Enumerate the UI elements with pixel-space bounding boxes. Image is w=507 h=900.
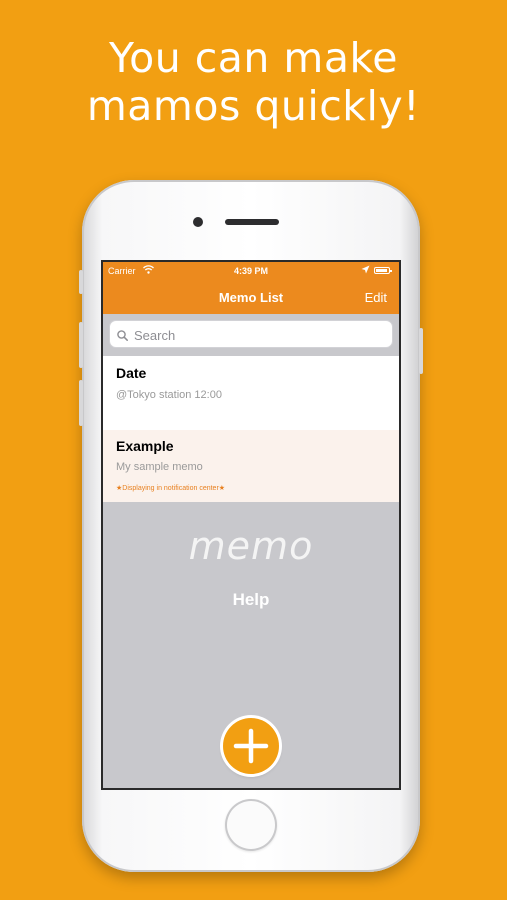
- earpiece-speaker: [225, 219, 279, 225]
- memo-list-item[interactable]: Example My sample memo ★Displaying in no…: [103, 430, 399, 502]
- battery-icon: [374, 267, 392, 274]
- navigation-bar: Memo List Edit: [103, 280, 399, 314]
- phone-power-button: [419, 328, 423, 374]
- phone-screen: Carrier 4:39 PM Memo List Edit Search Da…: [103, 262, 399, 788]
- status-bar: Carrier 4:39 PM: [103, 262, 399, 280]
- search-field[interactable]: [109, 320, 393, 348]
- home-button[interactable]: [225, 799, 277, 851]
- memo-logo: memo: [188, 524, 314, 568]
- status-time: 4:39 PM: [233, 266, 268, 276]
- nav-title: Memo List: [218, 290, 284, 305]
- location-arrow-icon: [361, 265, 370, 276]
- empty-area: memo Help: [103, 502, 399, 788]
- headline: You can make mamos quickly!: [0, 34, 507, 130]
- notification-center-notice: ★Displaying in notification center★: [116, 485, 226, 492]
- phone-volume-down-button: [79, 380, 83, 426]
- headline-line-1: You can make: [109, 34, 398, 82]
- memo-body: @Tokyo station 12:00: [116, 389, 222, 401]
- plus-icon: [233, 728, 269, 764]
- memo-title: Date: [116, 365, 147, 381]
- help-button[interactable]: Help: [103, 590, 399, 610]
- headline-line-2: mamos quickly!: [86, 82, 421, 130]
- phone-mute-switch: [79, 270, 83, 294]
- search-input[interactable]: [132, 325, 386, 345]
- phone-volume-up-button: [79, 322, 83, 368]
- add-memo-button[interactable]: [223, 718, 279, 774]
- edit-button[interactable]: Edit: [365, 290, 387, 305]
- memo-body: My sample memo: [116, 461, 203, 473]
- front-camera: [193, 217, 203, 227]
- search-icon: [117, 328, 128, 346]
- search-bar: [103, 314, 399, 356]
- memo-title: Example: [116, 438, 174, 454]
- memo-list-item[interactable]: Date @Tokyo station 12:00: [103, 356, 399, 430]
